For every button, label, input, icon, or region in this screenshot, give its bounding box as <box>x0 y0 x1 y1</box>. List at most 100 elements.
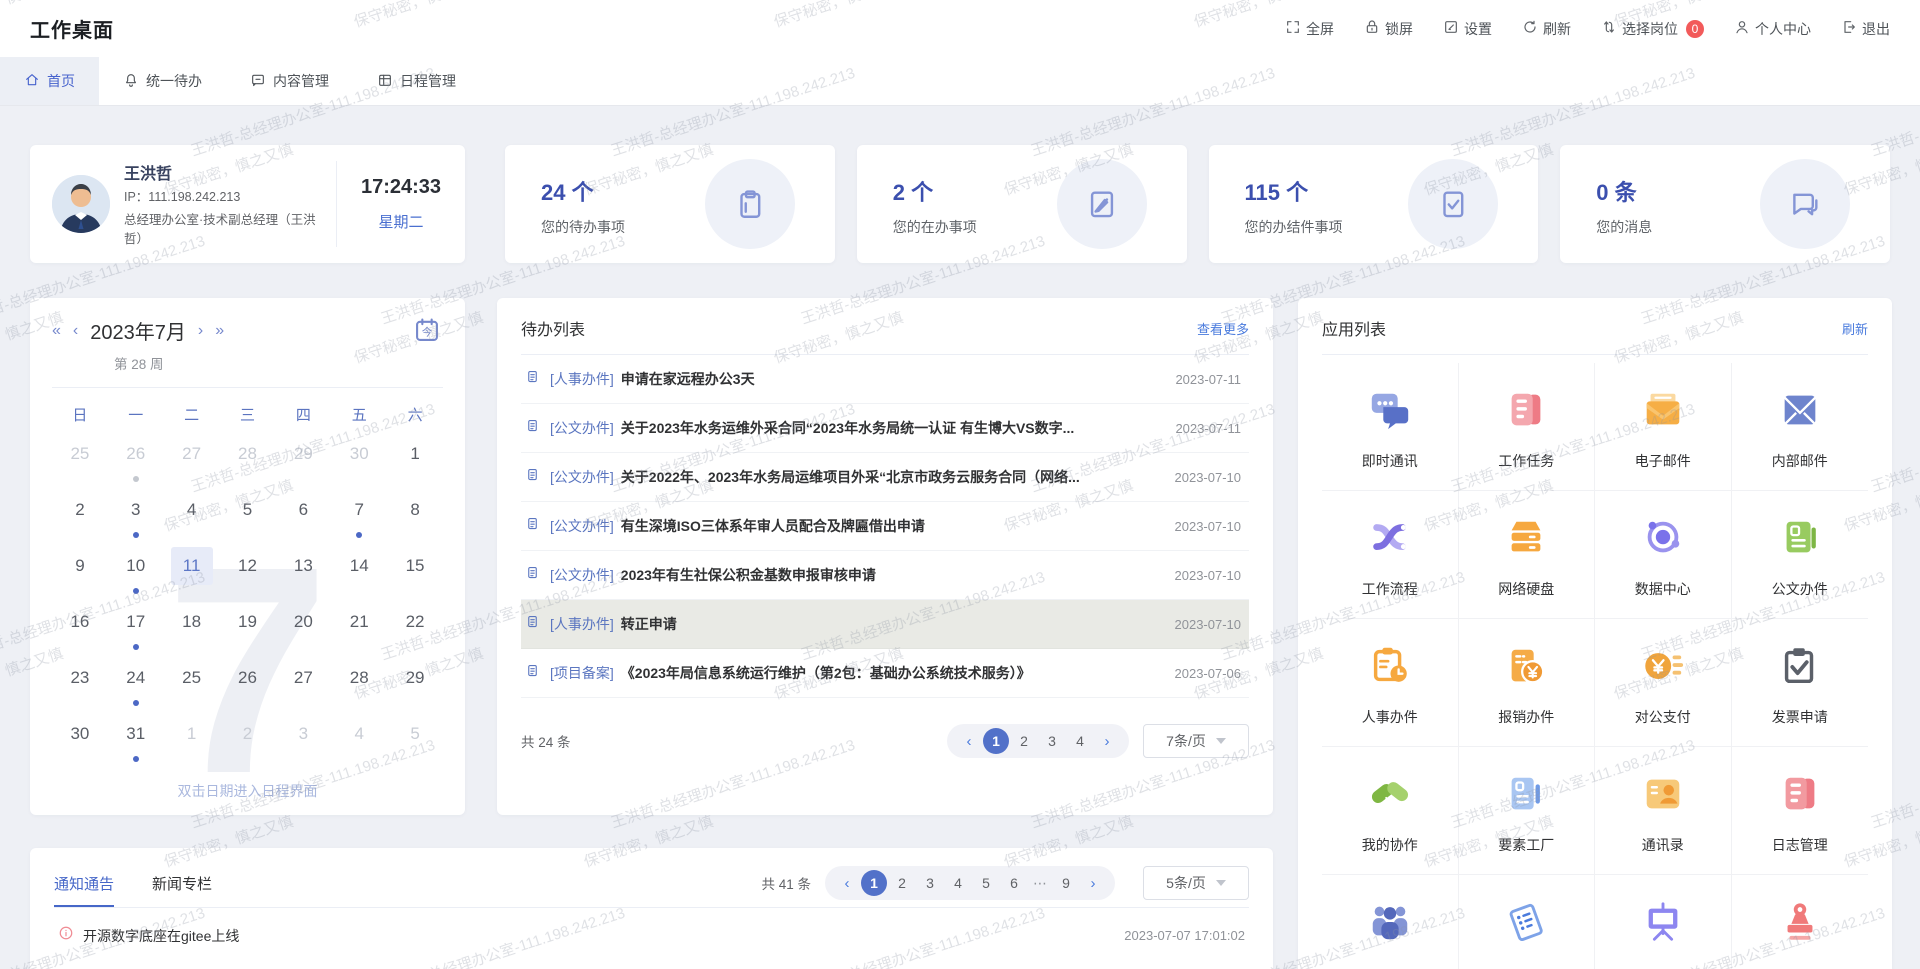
app-公文办件[interactable]: 公文办件 <box>1732 491 1869 619</box>
calendar-day-28[interactable]: 28 <box>220 435 276 491</box>
stat-card-您的办结件事项[interactable]: 115 个您的办结件事项 <box>1209 145 1539 263</box>
calendar-day-20[interactable]: 20 <box>275 603 331 659</box>
app-发票申请[interactable]: 发票申请 <box>1732 619 1869 747</box>
app-我的协作[interactable]: 我的协作 <box>1322 747 1459 875</box>
app-对公支付[interactable]: 对公支付 <box>1595 619 1732 747</box>
header-action-settings[interactable]: 设置 <box>1443 19 1492 39</box>
app-工作流程[interactable]: 工作流程 <box>1322 491 1459 619</box>
app-电子邮件[interactable]: 电子邮件 <box>1595 363 1732 491</box>
calendar-day-4[interactable]: 4 <box>164 491 220 547</box>
prev-year-button[interactable]: « <box>52 323 61 339</box>
page-button-4[interactable]: 4 <box>945 870 971 896</box>
todo-item[interactable]: [公文办件]关于2022年、2023年水务局运维项目外采“北京市政务云服务合同（… <box>521 453 1249 502</box>
app-即时通讯[interactable]: 即时通讯 <box>1322 363 1459 491</box>
page-button-1[interactable]: 1 <box>983 728 1009 754</box>
app-日志管理[interactable]: 日志管理 <box>1732 747 1869 875</box>
page-button-9[interactable]: 9 <box>1053 870 1079 896</box>
tab-内容管理[interactable]: 内容管理 <box>226 57 353 105</box>
todo-item[interactable]: [项目备案]《2023年局信息系统运行维护（第2包：基础办公系统技术服务）》20… <box>521 649 1249 698</box>
calendar-day-4[interactable]: 4 <box>331 715 387 771</box>
header-action-switch-post[interactable]: 选择岗位0 <box>1601 19 1704 39</box>
next-month-button[interactable]: › <box>198 323 203 339</box>
header-action-lock[interactable]: 锁屏 <box>1364 19 1413 39</box>
prev-month-button[interactable]: ‹ <box>73 323 78 339</box>
calendar-day-1[interactable]: 1 <box>387 435 443 491</box>
tab-首页[interactable]: 首页 <box>0 57 99 105</box>
tab-日程管理[interactable]: 日程管理 <box>353 57 480 105</box>
calendar-day-5[interactable]: 5 <box>387 715 443 771</box>
calendar-day-15[interactable]: 15 <box>387 547 443 603</box>
prev-page-button[interactable]: ‹ <box>957 733 981 750</box>
notice-page-size-select[interactable]: 5条/页 <box>1143 866 1249 900</box>
avatar[interactable] <box>52 175 110 233</box>
page-button-3[interactable]: 3 <box>1039 728 1065 754</box>
calendar-day-27[interactable]: 27 <box>164 435 220 491</box>
app-网络硬盘[interactable]: 网络硬盘 <box>1459 491 1596 619</box>
calendar-day-19[interactable]: 19 <box>220 603 276 659</box>
next-year-button[interactable]: » <box>215 323 224 339</box>
page-button-3[interactable]: 3 <box>917 870 943 896</box>
header-action-refresh[interactable]: 刷新 <box>1522 19 1571 39</box>
calendar-day-30[interactable]: 30 <box>52 715 108 771</box>
todo-item[interactable]: [公文办件]2023年有生社保公积金基数申报审核申请2023-07-10 <box>521 551 1249 600</box>
stat-card-您的待办事项[interactable]: 24 个您的待办事项 <box>505 145 835 263</box>
calendar-day-26[interactable]: 26 <box>108 435 164 491</box>
calendar-day-29[interactable]: 29 <box>275 435 331 491</box>
app-要素工厂[interactable]: 要素工厂 <box>1459 747 1596 875</box>
app-报销办件[interactable]: 报销办件 <box>1459 619 1596 747</box>
next-page-button[interactable]: › <box>1081 875 1105 892</box>
calendar-day-23[interactable]: 23 <box>52 659 108 715</box>
tab-统一待办[interactable]: 统一待办 <box>99 57 226 105</box>
calendar-day-13[interactable]: 13 <box>275 547 331 603</box>
calendar-day-9[interactable]: 9 <box>52 547 108 603</box>
notice-item[interactable]: 开源数字底座在gitee上线2023-07-07 17:01:02 <box>54 908 1249 946</box>
page-button-6[interactable]: 6 <box>1001 870 1027 896</box>
calendar-day-17[interactable]: 17 <box>108 603 164 659</box>
app-数据中心[interactable]: 数据中心 <box>1595 491 1732 619</box>
calendar-day-24[interactable]: 24 <box>108 659 164 715</box>
calendar-day-12[interactable]: 12 <box>220 547 276 603</box>
app-people-group[interactable] <box>1322 875 1459 969</box>
calendar-day-29[interactable]: 29 <box>387 659 443 715</box>
calendar-day-16[interactable]: 16 <box>52 603 108 659</box>
calendar-day-8[interactable]: 8 <box>387 491 443 547</box>
today-icon[interactable]: 今 <box>413 316 441 344</box>
calendar-day-31[interactable]: 31 <box>108 715 164 771</box>
calendar-day-30[interactable]: 30 <box>331 435 387 491</box>
calendar-day-25[interactable]: 25 <box>52 435 108 491</box>
calendar-day-2[interactable]: 2 <box>52 491 108 547</box>
todo-page-size-select[interactable]: 7条/页 <box>1143 724 1249 758</box>
view-more-link[interactable]: 查看更多 <box>1197 319 1249 338</box>
stat-card-您的在办事项[interactable]: 2 个您的在办事项 <box>857 145 1187 263</box>
calendar-day-3[interactable]: 3 <box>275 715 331 771</box>
app-工作任务[interactable]: 工作任务 <box>1459 363 1596 491</box>
refresh-link[interactable]: 刷新 <box>1842 319 1868 338</box>
header-action-user[interactable]: 个人中心 <box>1734 19 1811 39</box>
calendar-day-22[interactable]: 22 <box>387 603 443 659</box>
calendar-day-3[interactable]: 3 <box>108 491 164 547</box>
app-内部邮件[interactable]: 内部邮件 <box>1732 363 1869 491</box>
app-通讯录[interactable]: 通讯录 <box>1595 747 1732 875</box>
calendar-day-25[interactable]: 25 <box>164 659 220 715</box>
todo-item[interactable]: [公文办件]有生深境ISO三体系年审人员配合及牌匾借出申请2023-07-10 <box>521 502 1249 551</box>
calendar-day-28[interactable]: 28 <box>331 659 387 715</box>
page-button-2[interactable]: 2 <box>1011 728 1037 754</box>
app-stamp[interactable] <box>1732 875 1869 969</box>
header-action-logout[interactable]: 退出 <box>1841 19 1890 39</box>
todo-item[interactable]: [人事办件]申请在家远程办公3天2023-07-11 <box>521 355 1249 404</box>
todo-item[interactable]: [人事办件]转正申请2023-07-10 <box>521 600 1249 649</box>
app-board[interactable] <box>1595 875 1732 969</box>
calendar-day-7[interactable]: 7 <box>331 491 387 547</box>
calendar-day-26[interactable]: 26 <box>220 659 276 715</box>
app-人事办件[interactable]: 人事办件 <box>1322 619 1459 747</box>
page-button-1[interactable]: 1 <box>861 870 887 896</box>
page-button-2[interactable]: 2 <box>889 870 915 896</box>
notice-tab-通知通告[interactable]: 通知通告 <box>54 873 114 907</box>
calendar-day-5[interactable]: 5 <box>220 491 276 547</box>
app-receipt[interactable] <box>1459 875 1596 969</box>
calendar-day-1[interactable]: 1 <box>164 715 220 771</box>
calendar-day-18[interactable]: 18 <box>164 603 220 659</box>
page-button-5[interactable]: 5 <box>973 870 999 896</box>
header-action-fullscreen[interactable]: 全屏 <box>1285 19 1334 39</box>
page-button-4[interactable]: 4 <box>1067 728 1093 754</box>
